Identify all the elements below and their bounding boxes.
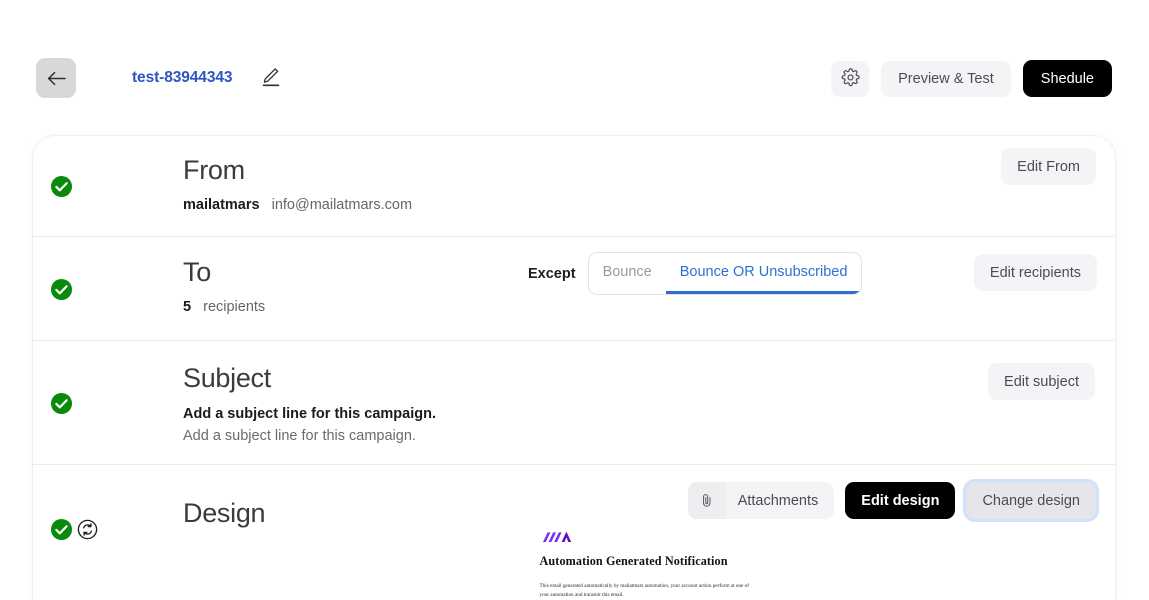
edit-design-button[interactable]: Edit design — [845, 482, 956, 519]
preview-heading: Automation Generated Notification — [539, 554, 728, 568]
subject-line-primary-wrap: Add a subject line for this campaign. — [183, 406, 1115, 422]
campaign-name-link[interactable]: test-83944343 — [132, 69, 232, 87]
except-filter-group: Except Bounce Bounce OR Unsubscribed — [528, 252, 863, 295]
from-sender: mailatmars info@mailatmars.com — [183, 197, 1115, 213]
mailatmars-logo — [542, 529, 759, 543]
from-sender-email: info@mailatmars.com — [271, 197, 413, 213]
subject-line-secondary: Add a subject line for this campaign. — [183, 428, 416, 444]
design-body: Design Attachments Edit design Change de… — [183, 465, 1115, 600]
design-status-group — [33, 465, 183, 593]
section-to: To 5 recipients Except Bounce Bounce OR … — [33, 237, 1115, 341]
from-sender-name: mailatmars — [183, 197, 260, 213]
from-status-group — [33, 136, 183, 237]
pencil-icon — [262, 67, 280, 90]
green-check-icon — [50, 518, 73, 541]
edit-recipients-button[interactable]: Edit recipients — [973, 254, 1097, 291]
except-tabs: Bounce Bounce OR Unsubscribed — [587, 252, 863, 295]
attachments-label: Attachments — [737, 492, 819, 509]
campaign-setup-card: From mailatmars info@mailatmars.com Edit… — [33, 136, 1115, 600]
preview-and-test-button[interactable]: Preview & Test — [881, 60, 1011, 97]
toolbar-right-group: Preview & Test Shedule — [831, 60, 1112, 97]
arrow-left-icon — [47, 71, 66, 86]
subject-body: Subject Add a subject line for this camp… — [183, 341, 1115, 444]
preview-body-text: This email generated automatically by ma… — [539, 583, 749, 599]
tab-bounce-or-unsubscribed[interactable]: Bounce OR Unsubscribed — [665, 253, 862, 294]
recipient-count: 5 — [183, 299, 192, 315]
green-check-icon — [50, 175, 73, 198]
back-button[interactable] — [36, 58, 76, 98]
from-actions: Edit From — [1001, 148, 1096, 185]
sync-refresh-icon[interactable] — [77, 519, 98, 540]
from-body: From mailatmars info@mailatmars.com Edit… — [183, 136, 1115, 213]
subject-actions: Edit subject — [988, 363, 1095, 400]
subject-status-group — [33, 341, 183, 465]
to-status-group — [33, 237, 183, 341]
edit-from-button[interactable]: Edit From — [1001, 148, 1096, 185]
top-toolbar: test-83944343 Preview & Test Shedule — [0, 0, 1149, 125]
green-check-icon — [50, 278, 73, 301]
to-actions: Edit recipients — [973, 254, 1097, 291]
except-label: Except — [528, 265, 576, 282]
change-design-button[interactable]: Change design — [966, 482, 1096, 519]
section-subject: Subject Add a subject line for this camp… — [33, 341, 1115, 465]
toolbar-left-group: test-83944343 — [36, 58, 282, 98]
settings-button[interactable] — [831, 60, 870, 97]
design-actions: Attachments Edit design Change design — [687, 482, 1096, 519]
recipient-label: recipients — [203, 299, 266, 315]
paperclip-icon — [687, 482, 726, 519]
tab-bounce[interactable]: Bounce — [589, 253, 666, 294]
from-title: From — [183, 155, 245, 185]
green-check-icon — [50, 392, 73, 415]
subject-title: Subject — [183, 363, 271, 393]
edit-campaign-name-button[interactable] — [260, 66, 282, 90]
section-from: From mailatmars info@mailatmars.com Edit… — [33, 136, 1115, 237]
schedule-button[interactable]: Shedule — [1022, 60, 1112, 97]
edit-subject-button[interactable]: Edit subject — [988, 363, 1095, 400]
to-body: To 5 recipients Except Bounce Bounce OR … — [183, 237, 1115, 315]
email-design-preview[interactable]: Automation Generated Notification This e… — [540, 527, 759, 600]
attachments-button[interactable]: Attachments — [687, 482, 835, 519]
section-design: Design Attachments Edit design Change de… — [33, 465, 1115, 600]
subject-line-primary: Add a subject line for this campaign. — [183, 406, 436, 422]
gear-icon — [841, 67, 860, 90]
to-recipients: 5 recipients — [183, 299, 1115, 315]
